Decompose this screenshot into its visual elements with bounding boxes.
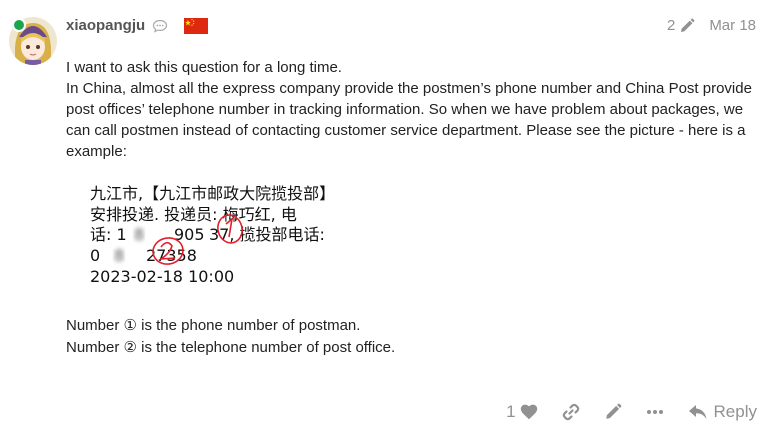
link-icon	[562, 403, 579, 421]
post-paragraph: In China, almost all the express company…	[66, 80, 752, 160]
share-link-button[interactable]	[562, 403, 580, 421]
ellipsis-icon	[646, 410, 663, 414]
post-date[interactable]: Mar 18	[709, 17, 756, 34]
post-meta: 2 Mar 18	[667, 17, 756, 34]
online-status-dot	[12, 18, 26, 32]
tracking-line: 九江市,【九江市邮政大院揽投部】	[90, 184, 335, 203]
tracking-line: 2023-02-18 10:00	[90, 267, 234, 286]
edit-post-button[interactable]	[604, 403, 622, 421]
post-note: Number ① is the phone number of postman.	[66, 317, 361, 334]
like-count: 1	[506, 402, 516, 421]
avatar[interactable]	[9, 17, 57, 65]
tracking-line: 话: 1	[90, 225, 127, 244]
pencil-icon	[681, 18, 695, 32]
blurred-digits: 8	[134, 225, 144, 244]
heart-icon	[520, 404, 537, 420]
more-actions-button[interactable]	[646, 409, 664, 415]
post-notes: Number ① is the phone number of postman.…	[66, 315, 395, 359]
post-paragraph: I want to ask this question for a long t…	[66, 59, 342, 76]
reply-button[interactable]: Reply	[688, 402, 757, 422]
post-actions: 1 Reply	[482, 400, 757, 424]
pencil-icon	[605, 403, 621, 419]
edit-count: 2	[666, 17, 676, 34]
edit-history-button[interactable]: 2	[667, 17, 695, 34]
like-button[interactable]: 1	[506, 402, 537, 422]
post-body: I want to ask this question for a long t…	[66, 57, 766, 162]
forum-post: xiaopangju 2 Mar 18 I want to ask this q…	[0, 0, 779, 428]
blurred-digits: 8	[114, 246, 124, 265]
speech-bubble-icon[interactable]	[152, 19, 168, 33]
username[interactable]: xiaopangju	[66, 17, 145, 34]
reply-arrow-icon	[688, 405, 707, 419]
tracking-line: 安排投递. 投递员: 梅巧红, 电	[90, 205, 297, 224]
reply-label: Reply	[713, 402, 757, 421]
tracking-screenshot-image[interactable]: 九江市,【九江市邮政大院揽投部】 安排投递. 投递员: 梅巧红, 电 话: 1 …	[66, 175, 386, 295]
china-flag-icon	[184, 18, 208, 34]
post-note: Number ② is the telephone number of post…	[66, 339, 396, 356]
tracking-line: 0	[90, 246, 100, 265]
